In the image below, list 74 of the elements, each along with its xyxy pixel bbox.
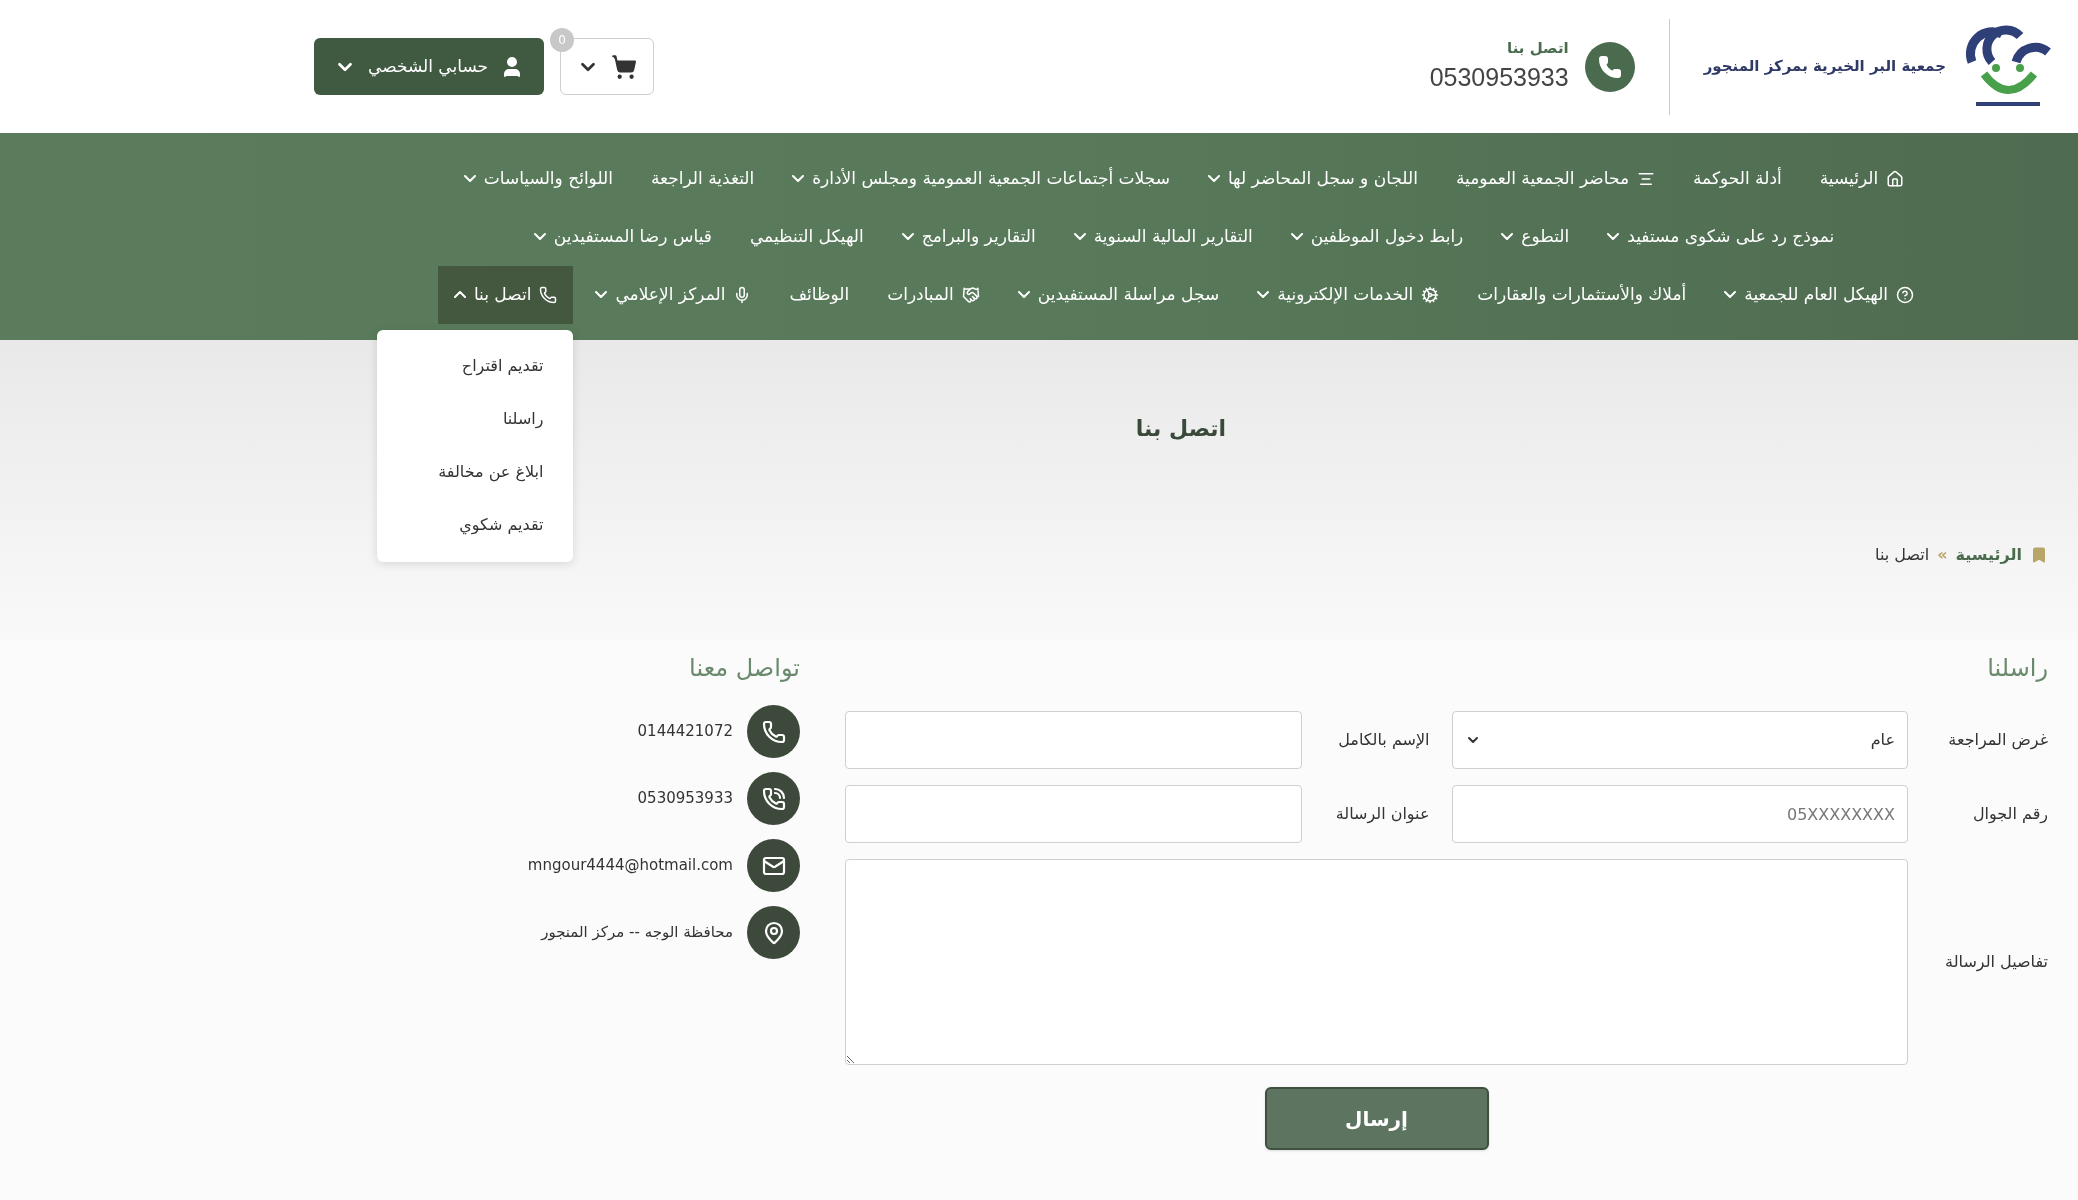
breadcrumb-link[interactable]: الرئيسية xyxy=(1955,543,2022,567)
message-details-field[interactable] xyxy=(845,859,1908,1065)
nav-item[interactable]: اللوائح والسياسات xyxy=(447,149,629,208)
caret-icon xyxy=(1724,291,1737,298)
subject-field[interactable] xyxy=(845,785,1302,843)
caret-icon xyxy=(901,233,914,240)
telephone-icon xyxy=(761,719,786,744)
nav-item[interactable]: المبادرات xyxy=(871,265,996,324)
nav-item[interactable]: رابط دخول الموظفين xyxy=(1274,207,1480,266)
nav-item[interactable]: المركز الإعلامي xyxy=(579,265,768,324)
mobile-field[interactable]: 05XXXXXXXX xyxy=(1451,785,1908,843)
nav-item[interactable]: التغذية الراجعة xyxy=(634,149,771,208)
nav-item[interactable]: اللجان و سجل المحاضر لها xyxy=(1191,149,1434,208)
account-button[interactable]: حسابي الشخصي xyxy=(314,38,545,95)
caret-icon xyxy=(533,233,546,240)
nav-item[interactable]: سجلات أجتماعات الجمعية العمومية ومجلس الأدارة xyxy=(776,149,1186,208)
send-button[interactable]: إرسال xyxy=(1264,1087,1489,1150)
purpose-select[interactable]: عام xyxy=(1451,711,1908,769)
caret-icon xyxy=(463,175,476,182)
field-label: رقم الجوال xyxy=(1971,803,2049,826)
field-label: غرض المراجعة xyxy=(1947,729,2049,752)
caret-icon xyxy=(1207,175,1220,182)
nav-item[interactable]: سجل مراسلة المستفيدين xyxy=(1001,265,1236,324)
cart-icon xyxy=(611,53,638,80)
nav-item[interactable]: الوظائف xyxy=(773,265,866,324)
page-title: اتصل بنا xyxy=(1135,415,1227,443)
dropdown-item[interactable]: تقديم شكوي xyxy=(377,498,574,552)
nav-item[interactable]: محاضر الجمعية العمومية xyxy=(1439,149,1671,208)
nav-item[interactable]: أدلة الحوكمة xyxy=(1677,149,1798,208)
field-label: تفاصيل الرسالة xyxy=(1944,951,2049,974)
nav-item[interactable]: الهيكل التنظيمي xyxy=(733,207,880,266)
bookmark-icon xyxy=(2030,546,2048,564)
nav-item[interactable]: الرئيسية xyxy=(1803,149,1921,208)
caret-icon xyxy=(453,291,466,298)
organization-name: جمعية البر الخيرية بمركز المنجور xyxy=(1703,56,1946,78)
breadcrumb-separator: » xyxy=(1937,544,1948,566)
phone-number: 0530953933 xyxy=(1429,62,1569,93)
breadcrumb-current: اتصل بنا xyxy=(1875,544,1930,566)
full-name-field[interactable] xyxy=(845,711,1302,769)
contact-detail: 0530953933 xyxy=(637,788,733,810)
caret-icon xyxy=(1257,291,1270,298)
caret-icon xyxy=(1290,233,1303,240)
field-label: عنوان الرسالة xyxy=(1334,803,1431,826)
dropdown-item[interactable]: تقديم اقتراح xyxy=(377,339,574,393)
caret-icon xyxy=(792,175,805,182)
gear-icon xyxy=(1421,285,1440,304)
contact-detail: 0144421072 xyxy=(637,721,733,743)
phone-icon xyxy=(539,285,558,304)
nav-item[interactable]: اتصل بنا xyxy=(437,265,574,324)
caret-icon xyxy=(1501,233,1514,240)
contact-title: تواصل معنا xyxy=(688,653,800,684)
nav-item[interactable]: التطوع xyxy=(1485,207,1586,266)
home-icon xyxy=(1886,169,1905,188)
nav-item[interactable]: التقارير المالية السنوية xyxy=(1057,207,1269,266)
dropdown-item[interactable]: ابلاغ عن مخالفة xyxy=(377,445,574,499)
caret-icon xyxy=(1073,233,1086,240)
field-label: الإسم بالكامل xyxy=(1337,729,1431,751)
nav-item[interactable]: قياس رضا المستفيدين xyxy=(517,207,728,266)
contact-detail: محافظة الوجه -- مركز المنجور xyxy=(541,922,733,944)
nav-item[interactable]: التقارير والبرامج xyxy=(885,207,1052,266)
caret-icon xyxy=(1607,233,1620,240)
caret-icon xyxy=(1017,291,1030,298)
form-title: راسلنا xyxy=(1986,653,2049,684)
nav-item[interactable]: الخدمات الإلكترونية xyxy=(1241,265,1456,324)
help-icon xyxy=(1896,285,1915,304)
phone-icon xyxy=(761,786,786,811)
handshake-icon xyxy=(961,285,980,304)
nav-item[interactable]: أملاك والأستثمارات والعقارات xyxy=(1461,265,1703,324)
dropdown-item[interactable]: راسلنا xyxy=(377,392,574,446)
nav-item[interactable]: الهيكل العام للجمعية xyxy=(1708,265,1931,324)
contact-label: اتصل بنا xyxy=(1506,37,1569,59)
contact-detail: mngour4444@hotmail.com xyxy=(527,855,733,877)
caret-icon xyxy=(595,291,608,298)
nav-item[interactable]: نموذج رد على شكوى مستفيد xyxy=(1591,207,1851,266)
